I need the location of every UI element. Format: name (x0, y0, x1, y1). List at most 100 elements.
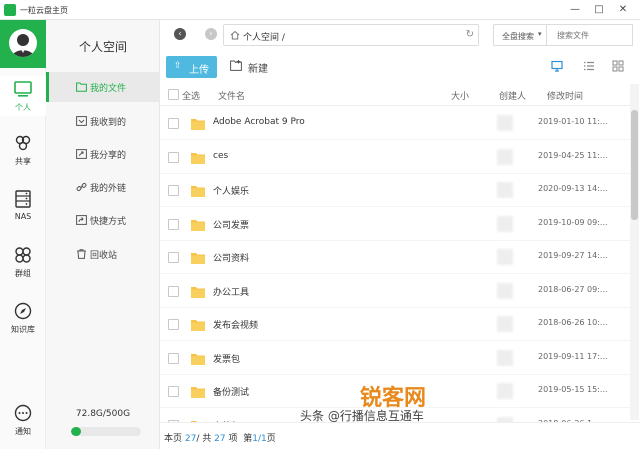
nav-group[interactable]: 群组 (0, 242, 46, 282)
file-name[interactable]: Adobe Acrobat 9 Pro (213, 117, 305, 127)
file-name[interactable]: 发布会视频 (213, 318, 258, 331)
link-icon (76, 182, 87, 192)
table-row[interactable]: 发布会视频 2018-06-26 10:... (160, 308, 630, 341)
new-label: 新建 (248, 64, 268, 75)
folder-icon (191, 387, 205, 398)
avatar-area[interactable] (0, 20, 46, 68)
footer-prefix: 本页 (164, 434, 183, 444)
footer-sep: / 共 (196, 434, 212, 444)
avatar[interactable] (9, 29, 37, 57)
menu-label: 快捷方式 (90, 217, 127, 227)
storage-progress-fill (71, 427, 82, 436)
row-checkbox[interactable] (168, 319, 179, 330)
menu-shared[interactable]: 我分享的 (46, 139, 160, 169)
file-name[interactable]: 公司资料 (213, 251, 249, 264)
path-bar[interactable]: 个人空间 / ↻ (223, 24, 479, 46)
nav-label-personal: 个人 (15, 103, 31, 112)
upload-button[interactable]: ⇧ 上传 (166, 56, 217, 78)
folder-icon (191, 219, 205, 231)
file-name[interactable]: 办公工具 (213, 285, 249, 298)
nas-icon (15, 190, 31, 208)
space-panel: 个人空间 我的文件 我收到的 我分享的 我的外链 快捷方式 回收站 72.8G/… (46, 20, 160, 449)
file-name[interactable]: 备份测试 (213, 385, 249, 398)
file-date: 2019-09-27 14:... (538, 251, 608, 260)
footer-page-label: 第 (243, 434, 253, 444)
inbox-icon (76, 116, 87, 126)
storage-progress-bar (71, 427, 141, 436)
maximize-button[interactable]: □ (590, 3, 608, 17)
file-name[interactable]: 公司发票 (213, 218, 249, 231)
search-scope-select[interactable]: 全盘搜索 ▾ (493, 24, 547, 46)
menu-received[interactable]: 我收到的 (46, 106, 160, 136)
nav-knowledge[interactable]: 知识库 (0, 298, 46, 338)
scrollbar[interactable] (630, 84, 639, 420)
creator-avatar (497, 215, 513, 232)
upload-label: 上传 (189, 65, 209, 76)
share-out-icon (76, 149, 87, 159)
footer-page-suffix: 页 (266, 434, 276, 444)
nav-share[interactable]: 共享 (0, 130, 46, 170)
table-row[interactable]: 办公工具 2018-06-27 09:... (160, 275, 630, 308)
menu-label: 我的文件 (90, 84, 127, 94)
minimize-button[interactable]: — (566, 3, 584, 17)
row-checkbox[interactable] (168, 151, 179, 163)
table-row[interactable]: 个人娱乐 2020-09-13 14:... (160, 174, 630, 207)
close-button[interactable]: ✕ (614, 3, 632, 17)
row-checkbox[interactable] (168, 252, 179, 263)
menu-label: 我收到的 (90, 118, 127, 128)
col-name-header[interactable]: 文件名 (218, 89, 245, 102)
creator-avatar (497, 316, 513, 332)
row-checkbox[interactable] (168, 185, 179, 196)
forward-button[interactable]: › (205, 28, 217, 40)
row-checkbox[interactable] (168, 285, 179, 297)
back-button[interactable]: ‹ (174, 28, 186, 40)
creator-avatar (497, 182, 513, 198)
table-row[interactable]: 公司资料 2019-09-27 14:... (160, 241, 630, 274)
folder-icon (191, 253, 205, 264)
file-name[interactable]: 个人娱乐 (213, 184, 249, 197)
menu-my-files[interactable]: 我的文件 (46, 72, 160, 102)
app-logo-icon (4, 4, 16, 16)
table-row[interactable]: 发票包 2019-09-11 17:... (160, 342, 630, 375)
refresh-icon[interactable]: ↻ (466, 29, 474, 40)
scrollbar-thumb[interactable] (631, 110, 638, 220)
col-date-header[interactable]: 修改时间 (547, 89, 583, 102)
nav-label-nas: NAS (14, 212, 32, 221)
file-name[interactable]: 发票包 (213, 352, 240, 365)
col-size-header[interactable]: 大小 (451, 89, 469, 102)
nav-label-share: 共享 (15, 157, 31, 166)
creator-avatar (497, 115, 513, 131)
select-all-label[interactable]: 全选 (182, 89, 200, 102)
folder-icon (191, 286, 205, 298)
monitor-icon (14, 81, 32, 97)
menu-trash[interactable]: 回收站 (46, 239, 160, 269)
row-checkbox[interactable] (168, 218, 179, 230)
creator-avatar (497, 148, 513, 165)
row-checkbox[interactable] (168, 386, 179, 397)
list-view-icon[interactable] (583, 60, 595, 72)
file-date: 2019-10-09 09:... (538, 217, 608, 227)
item-count: 本页 27/ 共 27 项 第1/1页 (164, 431, 276, 444)
table-row[interactable]: 公司发票 2019-10-09 09:... (160, 208, 630, 241)
menu-shortcuts[interactable]: 快捷方式 (46, 205, 160, 235)
file-name[interactable]: ces (213, 151, 228, 161)
select-all-checkbox[interactable] (168, 89, 179, 100)
table-row[interactable]: ces 2019-04-25 11:... (160, 141, 630, 174)
table-row[interactable]: Adobe Acrobat 9 Pro 2019-01-10 11:... (160, 107, 630, 140)
upload-icon: ⇧ (174, 61, 182, 71)
file-date: 2019-05-15 15:... (538, 385, 608, 394)
creator-avatar (497, 349, 513, 366)
nav-notify[interactable]: 通知 (0, 400, 46, 440)
search-input[interactable] (547, 24, 633, 46)
grid-view-icon[interactable] (612, 60, 624, 72)
nav-personal[interactable]: 个人 (0, 76, 46, 116)
nav-nas[interactable]: NAS (0, 186, 46, 226)
file-date: 2018-06-27 09:... (538, 284, 608, 294)
storage-usage-text: 72.8G/500G (75, 409, 131, 419)
row-checkbox[interactable] (168, 352, 179, 364)
col-creator-header[interactable]: 创建人 (499, 89, 526, 102)
row-checkbox[interactable] (168, 118, 179, 129)
menu-links[interactable]: 我的外链 (46, 172, 160, 202)
monitor-view-icon[interactable] (551, 60, 563, 72)
home-icon (230, 30, 240, 40)
